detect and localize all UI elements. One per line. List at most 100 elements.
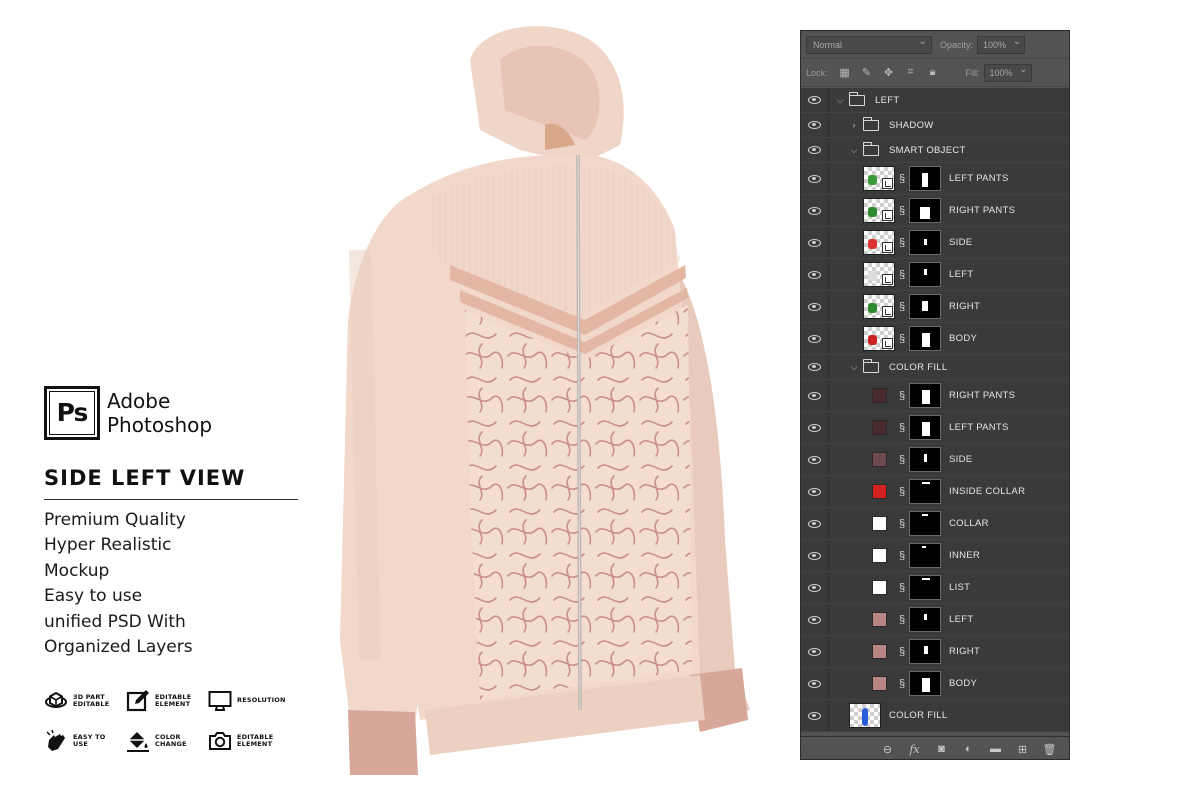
layer-mask-thumbnail[interactable] bbox=[909, 198, 941, 223]
adjustment-layer-icon[interactable]: ◐ bbox=[955, 743, 982, 755]
link-chain-icon[interactable]: § bbox=[895, 301, 909, 313]
layer-row[interactable]: § SIDE bbox=[801, 227, 1069, 259]
fx-icon[interactable]: fx bbox=[901, 743, 928, 756]
visibility-toggle[interactable] bbox=[801, 291, 829, 322]
link-chain-icon[interactable]: § bbox=[895, 333, 909, 345]
fill-swatch-cell[interactable] bbox=[863, 639, 895, 664]
visibility-toggle[interactable] bbox=[801, 604, 829, 635]
fill-swatch-cell[interactable] bbox=[863, 607, 895, 632]
fill-swatch-cell[interactable] bbox=[863, 511, 895, 536]
layer-row[interactable]: § RIGHT bbox=[801, 636, 1069, 668]
visibility-toggle[interactable] bbox=[801, 572, 829, 603]
layer-mask-thumbnail[interactable] bbox=[909, 326, 941, 351]
layer-mask-thumbnail[interactable] bbox=[909, 166, 941, 191]
layer-row[interactable]: § INSIDE COLLAR bbox=[801, 476, 1069, 508]
delete-layer-icon[interactable]: 🗑︎ bbox=[1036, 743, 1063, 756]
layer-mask-thumbnail[interactable] bbox=[909, 607, 941, 632]
layer-mask-thumbnail[interactable] bbox=[909, 543, 941, 568]
visibility-toggle[interactable] bbox=[801, 323, 829, 354]
layer-row[interactable]: ⌵ LEFT bbox=[801, 88, 1069, 113]
visibility-toggle[interactable] bbox=[801, 412, 829, 443]
layer-row[interactable]: § BODY bbox=[801, 668, 1069, 700]
link-chain-icon[interactable]: § bbox=[895, 550, 909, 562]
visibility-toggle[interactable] bbox=[801, 113, 829, 137]
layer-row[interactable]: ⌵ COLOR FILL bbox=[801, 355, 1069, 380]
visibility-toggle[interactable] bbox=[801, 88, 829, 112]
visibility-toggle[interactable] bbox=[801, 195, 829, 226]
fill-swatch-cell[interactable] bbox=[863, 383, 895, 408]
layer-row[interactable]: § LEFT PANTS bbox=[801, 163, 1069, 195]
chevron-down-icon[interactable]: ⌵ bbox=[835, 95, 845, 106]
layer-mask-thumbnail[interactable] bbox=[909, 262, 941, 287]
chevron-down-icon[interactable]: ⌵ bbox=[849, 145, 859, 156]
visibility-toggle[interactable] bbox=[801, 668, 829, 699]
layer-mask-thumbnail[interactable] bbox=[909, 230, 941, 255]
fill-swatch-cell[interactable] bbox=[863, 543, 895, 568]
visibility-toggle[interactable] bbox=[801, 355, 829, 379]
lock-transparent-icon[interactable]: ▦ bbox=[834, 66, 856, 79]
link-chain-icon[interactable]: § bbox=[895, 390, 909, 402]
layer-row[interactable]: § BODY bbox=[801, 323, 1069, 355]
visibility-toggle[interactable] bbox=[801, 636, 829, 667]
blend-mode-select[interactable]: Normal bbox=[806, 34, 932, 54]
layer-row[interactable]: COLOR FILL bbox=[801, 700, 1069, 732]
visibility-toggle[interactable] bbox=[801, 380, 829, 411]
new-group-icon[interactable]: ▬ bbox=[982, 743, 1009, 755]
link-chain-icon[interactable]: § bbox=[895, 205, 909, 217]
link-chain-icon[interactable]: § bbox=[895, 237, 909, 249]
new-layer-icon[interactable]: ⊞ bbox=[1009, 743, 1036, 756]
layer-row[interactable]: § LEFT PANTS bbox=[801, 412, 1069, 444]
layer-mask-thumbnail[interactable] bbox=[909, 671, 941, 696]
link-chain-icon[interactable]: § bbox=[895, 582, 909, 594]
layer-row[interactable]: § RIGHT PANTS bbox=[801, 195, 1069, 227]
visibility-toggle[interactable] bbox=[801, 700, 829, 731]
layer-row[interactable]: § SIDE bbox=[801, 444, 1069, 476]
layer-row[interactable]: § RIGHT PANTS bbox=[801, 380, 1069, 412]
visibility-toggle[interactable] bbox=[801, 259, 829, 290]
layer-row[interactable]: § RIGHT bbox=[801, 291, 1069, 323]
chevron-right-icon[interactable]: › bbox=[849, 120, 859, 130]
visibility-toggle[interactable] bbox=[801, 163, 829, 194]
layer-mask-thumbnail[interactable] bbox=[909, 447, 941, 472]
layer-row[interactable]: § LEFT bbox=[801, 259, 1069, 291]
link-chain-icon[interactable]: § bbox=[895, 173, 909, 185]
fill-swatch-cell[interactable] bbox=[863, 575, 895, 600]
fill-swatch-cell[interactable] bbox=[863, 415, 895, 440]
link-chain-icon[interactable]: § bbox=[895, 454, 909, 466]
lock-move-icon[interactable]: ✥ bbox=[878, 66, 900, 79]
visibility-toggle[interactable] bbox=[801, 444, 829, 475]
layer-row[interactable]: § LIST bbox=[801, 572, 1069, 604]
link-chain-icon[interactable]: § bbox=[895, 422, 909, 434]
visibility-toggle[interactable] bbox=[801, 508, 829, 539]
fill-swatch-cell[interactable] bbox=[863, 671, 895, 696]
lock-artboard-icon[interactable]: ⌗ bbox=[900, 66, 922, 79]
layer-mask-thumbnail[interactable] bbox=[909, 415, 941, 440]
visibility-toggle[interactable] bbox=[801, 138, 829, 162]
layer-mask-thumbnail[interactable] bbox=[909, 511, 941, 536]
layer-row[interactable]: § LEFT bbox=[801, 604, 1069, 636]
link-layers-icon[interactable]: ⊖ bbox=[874, 743, 901, 756]
link-chain-icon[interactable]: § bbox=[895, 518, 909, 530]
chevron-down-icon[interactable]: ⌵ bbox=[849, 362, 859, 373]
visibility-toggle[interactable] bbox=[801, 540, 829, 571]
layer-mask-thumbnail[interactable] bbox=[909, 575, 941, 600]
layer-row[interactable]: § INNER bbox=[801, 540, 1069, 572]
visibility-toggle[interactable] bbox=[801, 227, 829, 258]
opacity-input[interactable]: 100% bbox=[977, 34, 1026, 54]
layer-mask-thumbnail[interactable] bbox=[909, 639, 941, 664]
layer-mask-thumbnail[interactable] bbox=[909, 294, 941, 319]
link-chain-icon[interactable]: § bbox=[895, 269, 909, 281]
fill-swatch-cell[interactable] bbox=[863, 447, 895, 472]
link-chain-icon[interactable]: § bbox=[895, 486, 909, 498]
visibility-toggle[interactable] bbox=[801, 476, 829, 507]
link-chain-icon[interactable]: § bbox=[895, 614, 909, 626]
fill-swatch-cell[interactable] bbox=[863, 479, 895, 504]
layer-mask-thumbnail[interactable] bbox=[909, 479, 941, 504]
link-chain-icon[interactable]: § bbox=[895, 646, 909, 658]
fill-input[interactable]: 100% bbox=[983, 62, 1032, 82]
add-mask-icon[interactable]: ◙ bbox=[928, 743, 955, 755]
layer-row[interactable]: ⌵ SMART OBJECT bbox=[801, 138, 1069, 163]
layer-row[interactable]: § COLLAR bbox=[801, 508, 1069, 540]
link-chain-icon[interactable]: § bbox=[895, 678, 909, 690]
lock-all-icon[interactable]: 🔒︎ bbox=[922, 66, 944, 79]
